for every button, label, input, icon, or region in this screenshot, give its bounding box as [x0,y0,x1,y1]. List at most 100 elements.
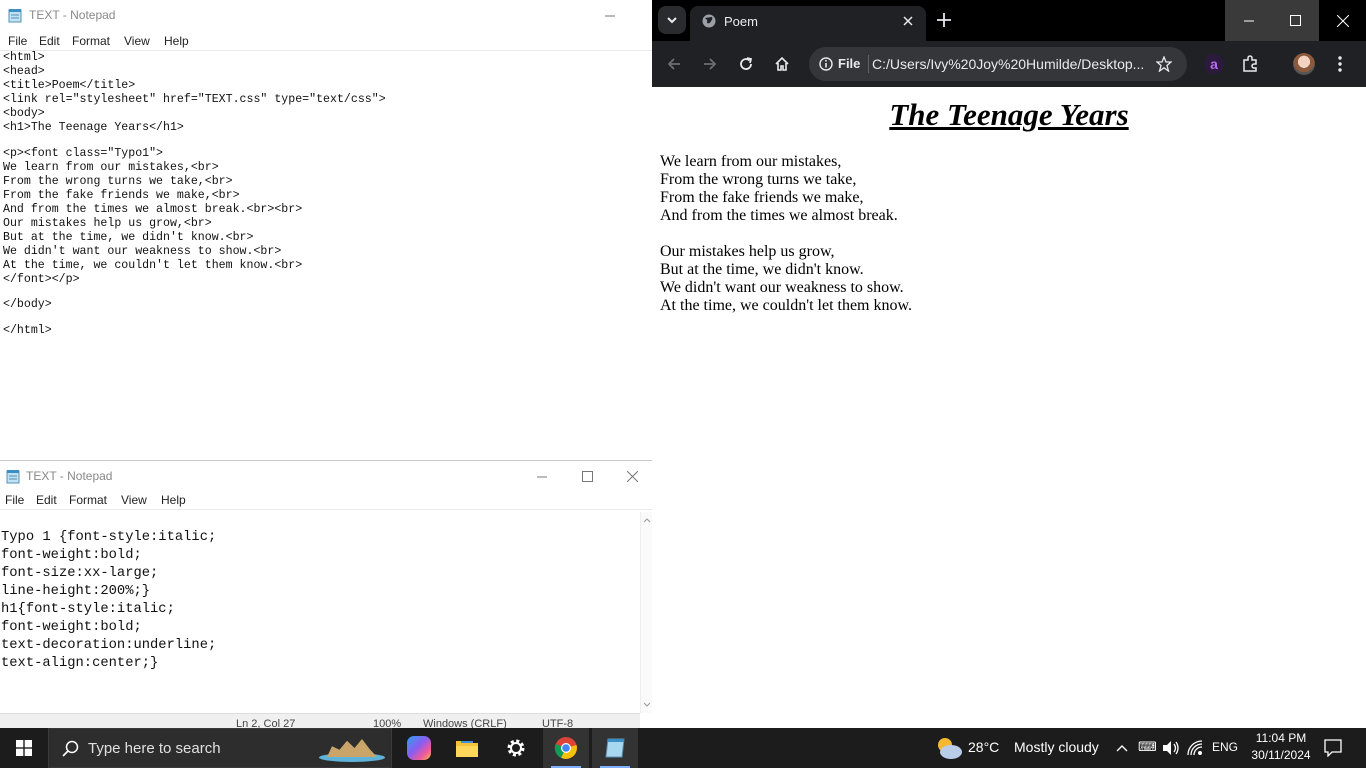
network-icon[interactable] [1187,740,1205,756]
poem-line: We learn from our mistakes, [660,153,842,170]
code-line: But at the time, we didn't know.<br> [3,230,254,244]
scroll-up-icon [643,518,651,523]
menu-help[interactable]: Help [161,493,186,507]
close-button[interactable] [1319,0,1366,41]
poem-line: From the wrong turns we take, [660,171,857,188]
input-method-icon[interactable]: ⌨ [1138,739,1157,755]
menu-file[interactable]: File [8,34,27,48]
web-page: The Teenage Years We learn from our mist… [652,87,1366,727]
notepad-icon [6,470,20,484]
minimize-icon [1243,20,1254,21]
text-editor[interactable]: Typo 1 {font-style:italic; font-weight:bo… [1,529,216,673]
code-line: We learn from our mistakes,<br> [3,160,219,174]
taskbar: Type here to search 28°C Mostly cloudy ⌨ [0,728,1366,768]
folder-icon [456,741,478,757]
clock-date: 30/11/2024 [1251,748,1311,762]
address-url: C:/Users/Ivy%20Joy%20Humilde/Desktop... [872,56,1145,72]
window-title: TEXT - Notepad [29,8,116,22]
start-button[interactable] [0,728,48,768]
address-bar[interactable]: File C:/Users/Ivy%20Joy%20Humilde/Deskto… [809,47,1187,81]
notepad-icon [8,9,22,23]
title-bar[interactable]: TEXT - Notepad [0,461,652,492]
globe-icon [702,14,716,28]
close-button[interactable] [609,461,652,492]
taskbar-file-explorer[interactable] [445,728,489,768]
new-tab-icon[interactable] [937,13,951,27]
more-menu-icon[interactable] [1338,56,1342,72]
info-icon [819,57,833,71]
reload-icon[interactable] [738,56,754,72]
forward-icon[interactable] [702,56,718,72]
show-hidden-icons-chevron-icon[interactable] [1116,744,1128,752]
extensions-puzzle-icon[interactable] [1241,55,1259,73]
minimize-button[interactable] [1225,0,1272,41]
scheme-divider [868,55,869,73]
scroll-down-icon [643,702,651,707]
menu-bar: File Edit Format View Help [0,490,652,510]
taskbar-chrome[interactable] [543,728,589,768]
status-line-ending: Windows (CRLF) [423,718,507,728]
window-title: TEXT - Notepad [26,469,113,483]
title-bar[interactable]: TEXT - Notepad [0,0,652,31]
minimize-button[interactable] [587,0,633,31]
menu-help[interactable]: Help [164,34,189,48]
poem-line: At the time, we couldn't let them know. [660,297,913,314]
status-encoding: UTF-8 [542,718,574,728]
code-line: </font></p> [3,272,80,286]
status-position: Ln 2, Col 27 [236,718,296,728]
weather-desc: Mostly cloudy [1014,739,1099,755]
bookmark-star-icon[interactable] [1156,56,1172,72]
menu-edit[interactable]: Edit [39,34,60,48]
home-icon[interactable] [774,56,790,72]
vertical-scrollbar[interactable] [640,512,652,713]
menu-view[interactable]: View [124,34,150,48]
volume-icon[interactable] [1162,740,1180,756]
maximize-icon [1290,15,1301,26]
code-line: At the time, we couldn't let them know.<… [3,258,303,272]
taskbar-notepad[interactable] [592,728,638,768]
maximize-button[interactable] [1272,0,1319,41]
language-indicator[interactable]: ENG [1212,740,1238,754]
code-line: text-align:center;} [1,656,159,671]
weather-widget[interactable]: 28°C Mostly cloudy [928,728,1104,768]
menu-view[interactable]: View [121,493,147,507]
notification-icon[interactable] [1324,739,1342,757]
profile-avatar[interactable] [1293,53,1315,75]
taskbar-settings[interactable] [494,728,538,768]
weather-temp: 28°C [968,739,1000,755]
address-scheme: File [838,56,861,71]
taskbar-copilot[interactable] [397,728,441,768]
status-bar: Ln 2, Col 27 100% Windows (CRLF) UTF-8 [0,713,640,728]
taskbar-search-box[interactable]: Type here to search [48,728,392,768]
code-line: h1{font-style:italic; [1,602,175,617]
text-editor[interactable]: <html> <head> <title>Poem</title> <link rel… [3,51,386,338]
minimize-icon [537,476,547,477]
extension-a-icon[interactable]: a [1204,54,1224,74]
back-icon[interactable] [666,56,682,72]
tab-poem[interactable]: Poem [690,6,926,41]
code-line: <body> [3,107,45,120]
menu-file[interactable]: File [5,493,24,507]
code-line: Typo 1 {font-style:italic; [1,530,217,545]
code-line: From the wrong turns we take,<br> [3,174,233,188]
clock[interactable]: 11:04 PM 30/11/2024 [1248,730,1314,766]
poem-line: We didn't want our weakness to show. [660,279,904,296]
menu-format[interactable]: Format [72,34,110,48]
maximize-button[interactable] [564,461,610,492]
search-placeholder: Type here to search [88,740,221,757]
minimize-button[interactable] [519,461,565,492]
tab-close-icon[interactable] [902,15,914,27]
code-line: Our mistakes help us grow,<br> [3,216,212,230]
menu-format[interactable]: Format [69,493,107,507]
code-line: line-height:200%;} [1,584,151,599]
poem-line: Our mistakes help us grow, [660,243,835,260]
menu-edit[interactable]: Edit [36,493,57,507]
notepad-icon [605,738,625,758]
poem-line: But at the time, we didn't know. [660,261,864,278]
search-icon [62,740,79,757]
tab-search-button[interactable] [658,6,686,34]
code-line: font-weight:bold; [1,548,142,563]
notepad-window-html: TEXT - Notepad File Edit Format View Hel… [0,0,652,461]
gear-icon [507,739,525,757]
